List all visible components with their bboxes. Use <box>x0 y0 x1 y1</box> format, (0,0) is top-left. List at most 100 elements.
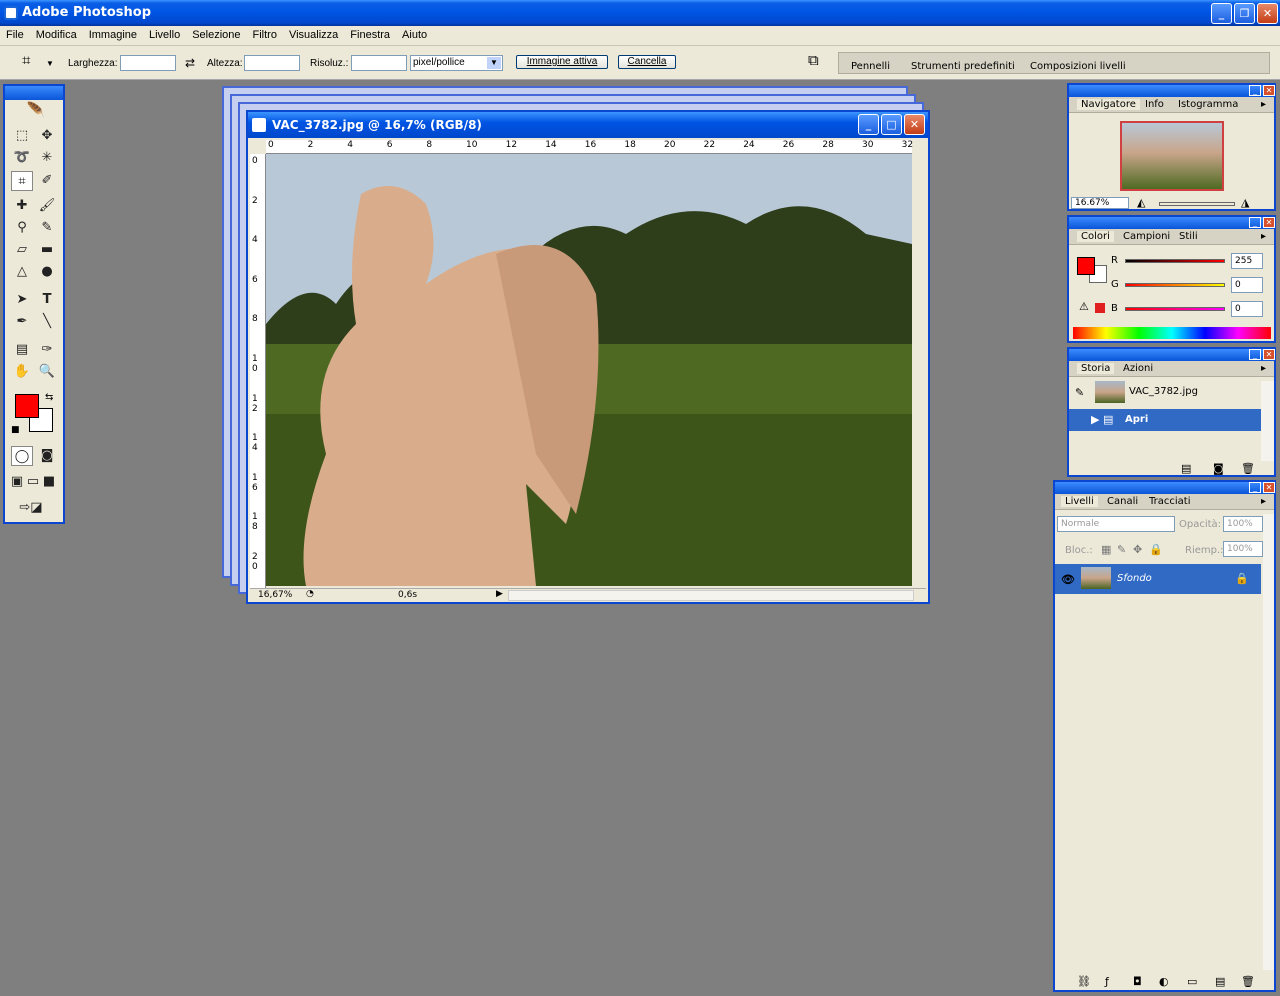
menu-immagine[interactable]: Immagine <box>83 26 143 44</box>
height-input[interactable] <box>244 55 300 71</box>
move-tool-icon[interactable]: ✥ <box>36 126 58 146</box>
lock-transparency-icon[interactable]: ▦ <box>1101 544 1111 556</box>
zoom-slider[interactable] <box>1159 202 1235 206</box>
menu-filtro[interactable]: Filtro <box>247 26 283 44</box>
zoom-in-icon[interactable]: ◮ <box>1241 197 1249 209</box>
document-title-bar[interactable]: VAC_3782.jpg @ 16,7% (RGB/8) _ □ ✕ <box>248 112 928 138</box>
panel-menu-arrow-icon[interactable]: ▸ <box>1261 496 1266 507</box>
status-menu-arrow-icon[interactable]: ▶ <box>496 589 503 599</box>
gamut-warning-icon[interactable]: ⚠ <box>1079 301 1089 313</box>
palette-well-icon[interactable]: ⧉ <box>808 53 819 68</box>
fg-color-chip[interactable] <box>1077 257 1095 275</box>
menu-livello[interactable]: Livello <box>143 26 186 44</box>
color-ramp[interactable] <box>1073 327 1271 339</box>
brush-tool-icon[interactable]: 🖌 <box>36 196 58 216</box>
layer-row-sfondo[interactable]: 👁 Sfondo 🔒 <box>1055 564 1261 594</box>
tab-istogramma[interactable]: Istogramma <box>1178 99 1238 110</box>
lock-image-icon[interactable]: ✎ <box>1117 544 1126 556</box>
panel-menu-arrow-icon[interactable]: ▸ <box>1261 99 1266 110</box>
standard-screen-mode-icon[interactable]: ▣ <box>9 472 25 492</box>
menu-file[interactable]: File <box>0 26 30 44</box>
b-slider[interactable] <box>1125 307 1225 311</box>
panel-menu-arrow-icon[interactable]: ▸ <box>1261 231 1266 242</box>
tab-livelli[interactable]: Livelli <box>1061 496 1098 507</box>
g-slider[interactable] <box>1125 283 1225 287</box>
lasso-tool-icon[interactable]: ➰ <box>11 148 33 168</box>
fill-input[interactable]: 100% <box>1223 541 1263 557</box>
menu-modifica[interactable]: Modifica <box>30 26 83 44</box>
history-brush-source-icon[interactable]: ✎ <box>1075 387 1084 399</box>
pen-tool-icon[interactable]: ✒ <box>11 312 33 332</box>
jump-to-imageready-icon[interactable]: ⇨◪ <box>11 498 51 518</box>
foreground-color-swatch-top[interactable] <box>15 394 39 418</box>
layers-scrollbar[interactable] <box>1263 514 1274 970</box>
full-screen-menu-mode-icon[interactable]: ▭ <box>25 472 41 492</box>
doc-minimize-button[interactable]: _ <box>858 114 879 135</box>
marquee-tool-icon[interactable]: ⬚ <box>11 126 33 146</box>
opacity-input[interactable]: 100% <box>1223 516 1263 532</box>
clone-stamp-tool-icon[interactable]: ⚲ <box>11 218 33 238</box>
new-group-icon[interactable]: ▭ <box>1187 976 1197 988</box>
history-step-row[interactable]: ▶ ▤ Apri <box>1069 409 1261 431</box>
slice-tool-icon[interactable]: ✐ <box>36 171 58 191</box>
new-document-from-state-icon[interactable]: ▤ <box>1181 463 1191 475</box>
tab-stili[interactable]: Stili <box>1179 231 1198 242</box>
b-input[interactable]: 0 <box>1231 301 1263 317</box>
lock-position-icon[interactable]: ✥ <box>1133 544 1142 556</box>
horizontal-scrollbar[interactable] <box>508 590 914 601</box>
menu-visualizza[interactable]: Visualizza <box>283 26 344 44</box>
delete-layer-icon[interactable]: 🗑 <box>1241 976 1255 988</box>
minimize-button[interactable]: _ <box>1211 3 1232 24</box>
g-input[interactable]: 0 <box>1231 277 1263 293</box>
healing-brush-tool-icon[interactable]: ✚ <box>11 196 33 216</box>
feather-logo-icon[interactable]: 🪶 <box>21 100 51 120</box>
menu-finestra[interactable]: Finestra <box>344 26 396 44</box>
eyedropper-tool-icon[interactable]: ✑ <box>36 340 58 360</box>
path-selection-tool-icon[interactable]: ➤ <box>11 290 33 310</box>
magic-wand-tool-icon[interactable]: ✳ <box>36 148 58 168</box>
navigator-close-icon[interactable]: ✕ <box>1263 85 1275 96</box>
front-image-button[interactable]: Immagine attiva <box>516 55 608 69</box>
history-panel-header[interactable]: _ ✕ <box>1069 349 1275 361</box>
hand-tool-icon[interactable]: ✋ <box>11 362 33 382</box>
clear-button[interactable]: Cancella <box>618 55 676 69</box>
adjustment-layer-icon[interactable]: ◐ <box>1159 976 1169 988</box>
horizontal-ruler[interactable]: 0 2 4 6 8 10 12 14 16 18 20 22 24 26 28 30 32 <box>266 140 913 154</box>
new-layer-icon[interactable]: ▤ <box>1215 976 1225 988</box>
menu-aiuto[interactable]: Aiuto <box>396 26 433 44</box>
navigator-thumbnail[interactable] <box>1120 121 1224 191</box>
lock-all-icon[interactable]: 🔒 <box>1149 544 1163 556</box>
tab-campioni[interactable]: Campioni <box>1123 231 1170 242</box>
eraser-tool-icon[interactable]: ▱ <box>11 240 33 260</box>
resolution-unit-select[interactable]: pixel/pollice ▼ <box>410 55 503 71</box>
close-button[interactable]: ✕ <box>1257 3 1278 24</box>
notes-tool-icon[interactable]: ▤ <box>11 340 33 360</box>
tab-azioni[interactable]: Azioni <box>1123 363 1153 374</box>
swap-dimensions-icon[interactable]: ⇄ <box>185 57 195 69</box>
tool-preset-dropdown-icon[interactable]: ▼ <box>46 58 54 70</box>
crop-tool-selected-icon[interactable]: ⌗ <box>11 171 33 191</box>
type-tool-icon[interactable]: T <box>36 290 58 310</box>
link-layers-icon[interactable]: ⛓ <box>1077 976 1091 988</box>
zoom-out-icon[interactable]: ◭ <box>1137 197 1145 209</box>
color-minimize-icon[interactable]: _ <box>1249 217 1261 228</box>
color-panel-header[interactable]: _ ✕ <box>1069 217 1275 229</box>
status-options-icon[interactable]: ◔ <box>306 589 314 599</box>
full-screen-mode-icon[interactable]: ■ <box>41 472 57 492</box>
line-tool-icon[interactable]: ╲ <box>36 312 58 332</box>
tab-canali[interactable]: Canali <box>1107 496 1138 507</box>
doc-close-button[interactable]: ✕ <box>904 114 925 135</box>
zoom-tool-icon[interactable]: 🔍 <box>36 362 58 382</box>
vertical-ruler[interactable]: 0 2 4 6 8 1 0 1 2 1 4 1 6 1 8 2 0 <box>250 154 266 588</box>
tab-colori[interactable]: Colori <box>1077 231 1114 242</box>
layers-close-icon[interactable]: ✕ <box>1263 482 1275 493</box>
blend-mode-select[interactable]: Normale <box>1057 516 1175 532</box>
navigator-minimize-icon[interactable]: _ <box>1249 85 1261 96</box>
blur-tool-icon[interactable]: △ <box>11 262 33 282</box>
r-slider[interactable] <box>1125 259 1225 263</box>
document-window[interactable]: VAC_3782.jpg @ 16,7% (RGB/8) _ □ ✕ 02468… <box>246 110 930 604</box>
image-canvas[interactable] <box>266 154 912 586</box>
navigator-zoom-input[interactable]: 16.67% <box>1071 197 1129 209</box>
well-tab-presets[interactable]: Strumenti predefiniti <box>911 61 1015 72</box>
resolution-input[interactable] <box>351 55 407 71</box>
